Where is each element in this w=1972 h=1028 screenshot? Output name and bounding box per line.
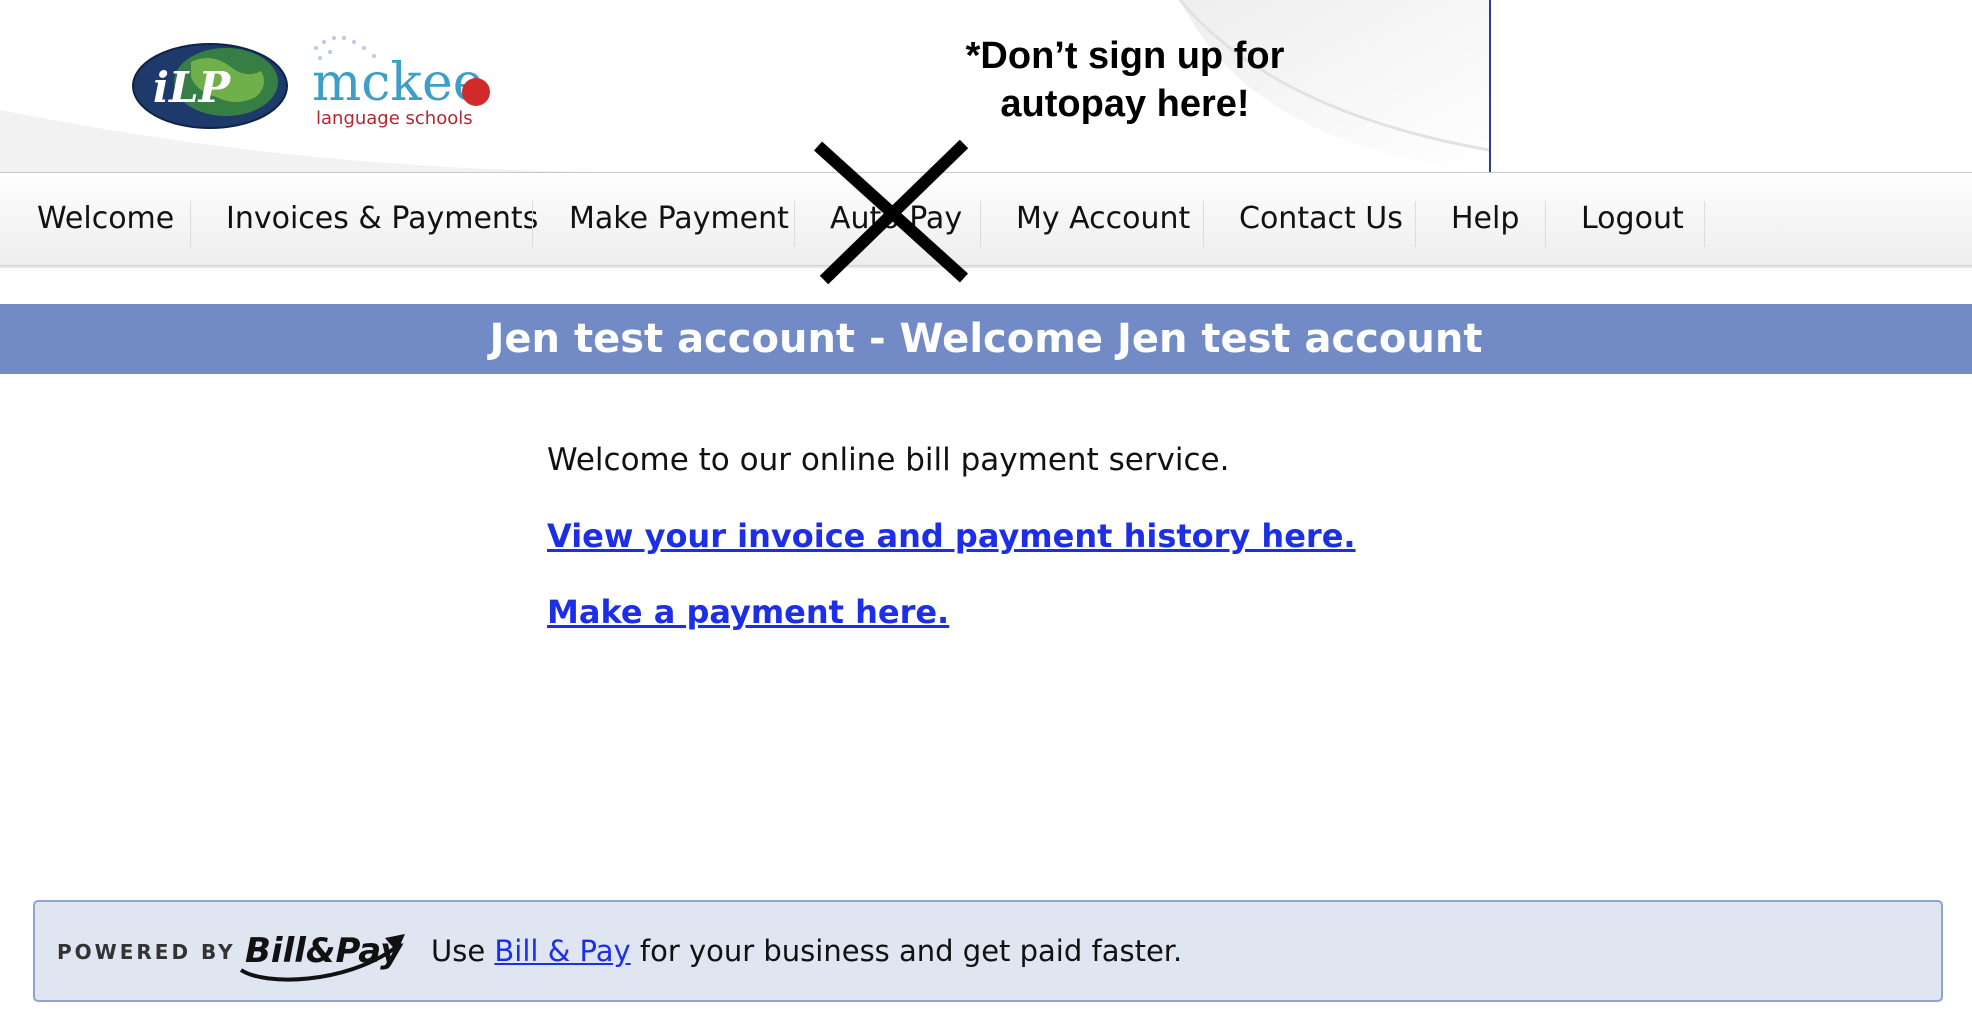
welcome-message: Welcome to our online bill payment servi…	[547, 442, 1230, 478]
nav-welcome[interactable]: Welcome	[37, 173, 174, 265]
bill-and-pay-link[interactable]: Bill & Pay	[494, 934, 630, 968]
nav-logout[interactable]: Logout	[1581, 173, 1684, 265]
mckee-language-schools-logo: mckee language schools	[312, 36, 490, 129]
nav-separator	[1415, 201, 1416, 247]
nav-help[interactable]: Help	[1451, 173, 1519, 265]
autopay-warning-line1: *Don’t sign up for	[965, 35, 1285, 77]
nav-separator	[1545, 201, 1546, 247]
autopay-warning-line2: autopay here!	[1000, 83, 1250, 125]
svg-text:mckee: mckee	[312, 53, 484, 113]
invoice-history-link[interactable]: View your invoice and payment history he…	[547, 508, 1547, 564]
nav-separator	[532, 201, 533, 247]
nav-separator	[190, 201, 191, 247]
footer-promo-text: Use Bill & Pay for your business and get…	[431, 902, 1182, 1000]
footer-text-after: for your business and get paid faster.	[630, 934, 1183, 968]
ilp-logo: iLP	[132, 43, 288, 129]
autopay-warning-note: *Don’t sign up for autopay here!	[930, 32, 1320, 128]
nav-my-account[interactable]: My Account	[1016, 173, 1190, 265]
make-payment-link[interactable]: Make a payment here.	[547, 584, 1547, 640]
nav-separator	[1704, 201, 1705, 247]
main-navigation: Welcome Invoices & Payments Make Payment…	[0, 172, 1972, 266]
nav-make-payment[interactable]: Make Payment	[569, 173, 789, 265]
bill-and-pay-logo: Bill&Pay	[239, 931, 405, 982]
page-title: Jen test account - Welcome Jen test acco…	[0, 304, 1972, 374]
page-header: iLP mckee language schools *Don’t sign u…	[0, 0, 1972, 172]
nav-contact-us[interactable]: Contact Us	[1239, 173, 1403, 265]
svg-text:iLP: iLP	[153, 63, 231, 112]
footer-text-before: Use	[431, 934, 495, 968]
nav-separator	[980, 201, 981, 247]
nav-lower-line	[0, 266, 1972, 268]
nav-separator	[1203, 201, 1204, 247]
powered-by-label: POWERED BY	[57, 940, 236, 964]
nav-auto-pay[interactable]: Auto Pay	[830, 173, 962, 265]
header-divider	[1489, 0, 1491, 172]
svg-text:language schools: language schools	[316, 108, 473, 129]
svg-text:Bill&Pay: Bill&Pay	[245, 931, 404, 971]
nav-separator	[794, 201, 795, 247]
main-content: Welcome to our online bill payment servi…	[547, 432, 1547, 660]
powered-by-footer: POWERED BY Bill&Pay Use Bill & Pay for y…	[33, 900, 1943, 1002]
nav-invoices-payments[interactable]: Invoices & Payments	[226, 173, 538, 265]
